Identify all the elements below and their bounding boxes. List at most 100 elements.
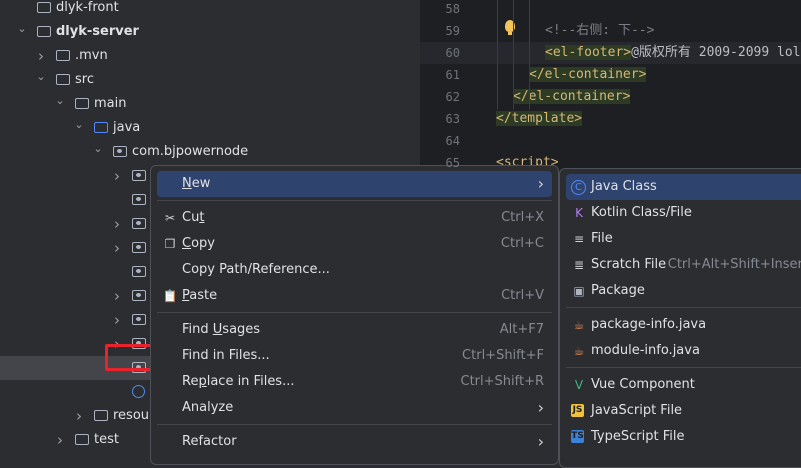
menu-separator: [157, 200, 552, 201]
chevron-right-icon[interactable]: ›: [111, 236, 123, 260]
chevron-right-icon[interactable]: ›: [111, 284, 123, 308]
folder-icon: [56, 74, 70, 85]
menu-item-label: Find in Files...: [182, 348, 270, 363]
package-icon: [132, 170, 146, 181]
java-file-icon: ☕: [573, 318, 585, 332]
chevron-right-icon[interactable]: ›: [111, 308, 123, 332]
folder-icon: [75, 98, 89, 109]
chevron-down-icon[interactable]: ⌄: [73, 113, 85, 137]
tree-item-label: dlyk-server: [56, 24, 139, 39]
folder-icon: [75, 434, 89, 445]
copy-icon: ❐: [164, 237, 176, 251]
tree-row[interactable]: ⌄ main: [0, 92, 420, 116]
tree-item-label: dlyk-front: [56, 0, 119, 15]
menu-item-label: Find Usages: [182, 322, 261, 337]
shortcut-label: Ctrl+Alt+Shift+Insert: [667, 257, 801, 272]
paste-icon: 📋: [162, 289, 178, 303]
line-number: 58: [445, 2, 460, 16]
menu-item-label: New: [182, 176, 211, 191]
tree-row[interactable]: ⌄ java: [0, 116, 420, 140]
menu-item-label: Replace in Files...: [182, 374, 295, 389]
folder-icon: [56, 50, 70, 61]
chevron-down-icon[interactable]: ⌄: [54, 89, 66, 113]
chevron-right-icon[interactable]: ›: [111, 164, 123, 188]
new-package-info-java-item[interactable]: ☕ package-info.java: [566, 312, 801, 338]
code-token: </el-container>: [513, 89, 631, 104]
new-module-info-java-item[interactable]: ☕ module-info.java: [566, 338, 801, 364]
package-icon: [132, 266, 146, 277]
menu-separator: [157, 312, 552, 313]
chevron-right-icon[interactable]: ›: [111, 212, 123, 236]
new-vue-component-item[interactable]: V Vue Component: [566, 372, 801, 398]
menu-paste-item[interactable]: 📋 Paste Ctrl+V: [157, 283, 552, 309]
chevron-right-icon: ›: [537, 174, 544, 193]
code-token: <el-footer>: [545, 45, 632, 60]
shortcut-label: Alt+F7: [499, 322, 544, 337]
new-typescript-file-item[interactable]: TS TypeScript File: [566, 424, 801, 450]
code-line[interactable]: </el-container>: [513, 86, 631, 108]
chevron-down-icon[interactable]: ⌄: [92, 137, 104, 161]
shortcut-label: Ctrl+X: [501, 210, 544, 225]
new-file-item[interactable]: ≡ File: [566, 226, 801, 252]
menu-item-label: Cut: [182, 210, 205, 225]
indent-guide: [529, 0, 530, 110]
line-number: 60: [445, 46, 460, 60]
menu-separator: [157, 424, 552, 425]
menu-copy-path-reference-item[interactable]: Copy Path/Reference...: [157, 257, 552, 283]
tree-item-label: main: [94, 96, 127, 111]
tree-row[interactable]: › .mvn: [0, 44, 420, 68]
tree-item-label: .mvn: [75, 48, 108, 63]
tree-row[interactable]: dlyk-front: [0, 0, 420, 20]
menu-item-label: Scratch File: [591, 257, 667, 272]
line-number: 65: [445, 156, 460, 170]
line-number: 63: [445, 112, 460, 126]
java-file-icon: ☕: [573, 344, 585, 358]
tree-item-label: java: [113, 120, 141, 135]
indent-guide: [513, 0, 514, 110]
menu-item-label: Package: [591, 283, 645, 298]
chevron-right-icon: ›: [537, 398, 544, 417]
typescript-icon: TS: [571, 430, 584, 443]
java-class-icon: C: [571, 180, 586, 195]
menu-item-label: Paste: [182, 288, 218, 303]
scratch-file-icon: ≣: [573, 258, 585, 272]
menu-copy-item[interactable]: ❐ Copy Ctrl+C: [157, 231, 552, 257]
menu-new-item[interactable]: New ›: [157, 171, 552, 197]
indent-guide: [497, 0, 498, 110]
new-scratch-file-item[interactable]: ≣ Scratch File Ctrl+Alt+Shift+Insert: [566, 252, 801, 278]
menu-cut-item[interactable]: ✂ Cut Ctrl+X: [157, 205, 552, 231]
line-number: 61: [445, 68, 460, 82]
highlight-marker: [105, 344, 153, 371]
line-number: 59: [445, 24, 460, 38]
menu-item-label: package-info.java: [591, 317, 707, 332]
folder-icon: [94, 410, 108, 421]
package-icon: [132, 194, 146, 205]
menu-item-label: JavaScript File: [591, 403, 683, 418]
code-line[interactable]: </template>: [496, 108, 583, 130]
menu-item-label: Java Class: [591, 179, 657, 194]
menu-item-label: TypeScript File: [591, 429, 685, 444]
new-submenu[interactable]: C Java Class K Kotlin Class/File ≡ File ≣ Scrat…: [559, 168, 801, 468]
menu-find-in-files-item[interactable]: Find in Files... Ctrl+Shift+F: [157, 343, 552, 369]
chevron-right-icon[interactable]: ›: [73, 404, 85, 428]
menu-analyze-item[interactable]: Analyze ›: [157, 395, 552, 421]
new-kotlin-class-file-item[interactable]: K Kotlin Class/File: [566, 200, 801, 226]
code-line[interactable]: <el-footer>@版权所有 2009-2099 lol: [545, 42, 801, 64]
menu-item-label: Copy Path/Reference...: [182, 262, 330, 277]
tree-row[interactable]: ⌄ com.bjpowernode: [0, 140, 420, 164]
tree-item-label: com.bjpowernode: [132, 144, 249, 159]
package-icon: [132, 218, 146, 229]
menu-refactor-item[interactable]: Refactor ›: [157, 429, 552, 455]
chevron-right-icon[interactable]: ›: [54, 428, 66, 446]
chevron-down-icon[interactable]: ⌄: [16, 17, 28, 41]
menu-replace-in-files-item[interactable]: Replace in Files... Ctrl+Shift+R: [157, 369, 552, 395]
code-line[interactable]: </el-container>: [529, 64, 647, 86]
context-menu[interactable]: New › ✂ Cut Ctrl+X ❐ Copy Ctrl+C Copy Path/Refer…: [150, 165, 559, 465]
tree-row[interactable]: ⌄ dlyk-server: [0, 20, 420, 44]
new-javascript-file-item[interactable]: JS JavaScript File: [566, 398, 801, 424]
chevron-down-icon[interactable]: ⌄: [35, 65, 47, 89]
new-java-class-item[interactable]: C Java Class: [566, 174, 801, 200]
new-package-item[interactable]: ▣ Package: [566, 278, 801, 304]
menu-find-usages-item[interactable]: Find Usages Alt+F7: [157, 317, 552, 343]
code-line[interactable]: <!--右侧: 下-->: [545, 20, 654, 42]
